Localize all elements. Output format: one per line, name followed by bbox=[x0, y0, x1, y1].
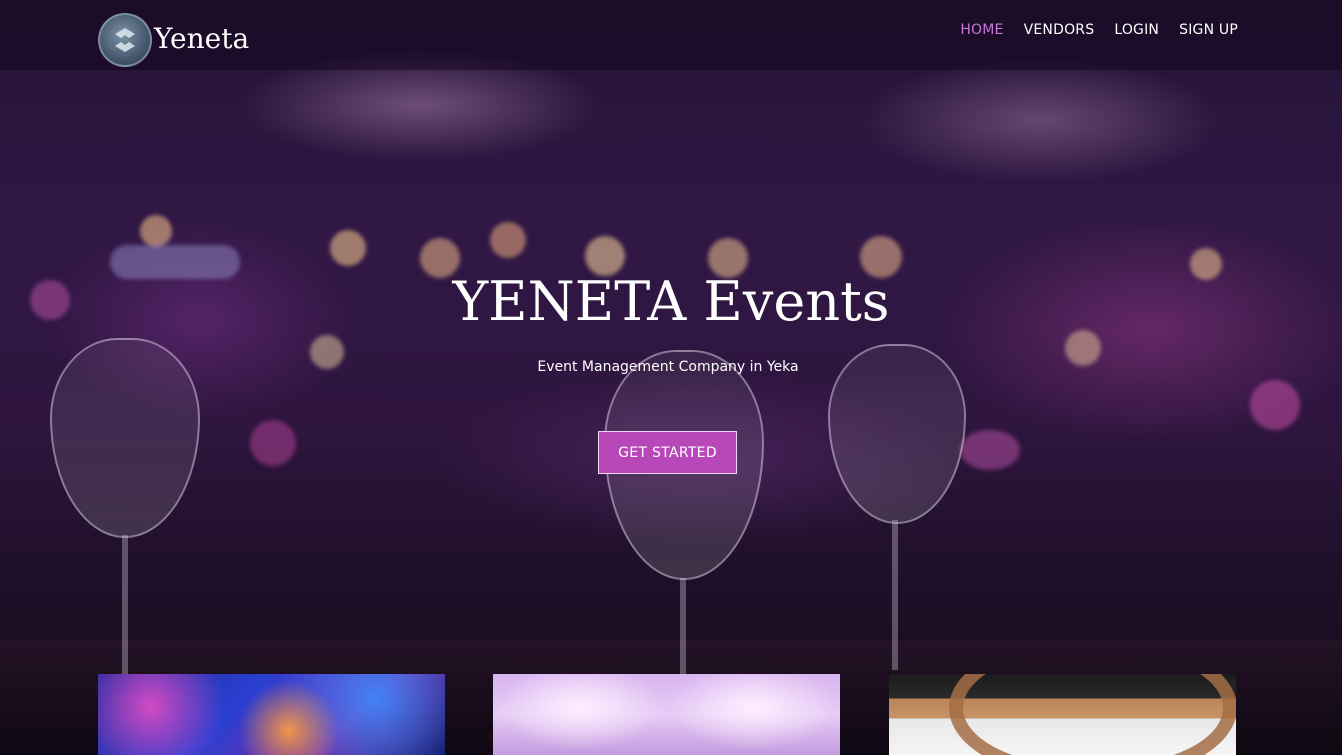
nav-item-sign-up[interactable]: SIGN UP bbox=[1179, 22, 1238, 38]
wine-glass-stem bbox=[892, 520, 898, 670]
hero-subtitle: Event Management Company in Yeka bbox=[537, 359, 799, 375]
bokeh-light bbox=[250, 420, 296, 466]
bokeh-light bbox=[1250, 380, 1300, 430]
bokeh-light bbox=[140, 215, 172, 247]
concert-lights-image[interactable] bbox=[98, 674, 445, 755]
nav-links: HOME VENDORS LOGIN SIGN UP bbox=[960, 22, 1238, 38]
logo-icon bbox=[98, 13, 152, 67]
hero-section bbox=[0, 0, 1342, 755]
brand-name: Yeneta bbox=[154, 21, 250, 55]
nav-item-vendors[interactable]: VENDORS bbox=[1024, 22, 1095, 38]
bokeh-light bbox=[490, 222, 526, 258]
bokeh-light bbox=[960, 430, 1020, 470]
brand[interactable]: Yeneta bbox=[98, 13, 249, 67]
nav-item-login[interactable]: LOGIN bbox=[1114, 22, 1159, 38]
wine-glass-stem bbox=[680, 578, 686, 678]
hero-title: YENETA Events bbox=[452, 270, 890, 333]
get-started-button[interactable]: GET STARTED bbox=[598, 431, 737, 474]
top-navbar: Yeneta HOME VENDORS LOGIN SIGN UP bbox=[0, 0, 1342, 70]
wine-glass-stem bbox=[122, 535, 128, 675]
bokeh-light bbox=[330, 230, 366, 266]
venue-ceiling-image[interactable] bbox=[889, 674, 1236, 755]
nav-item-home[interactable]: HOME bbox=[960, 22, 1003, 38]
wedding-drapes-image[interactable] bbox=[493, 674, 840, 755]
